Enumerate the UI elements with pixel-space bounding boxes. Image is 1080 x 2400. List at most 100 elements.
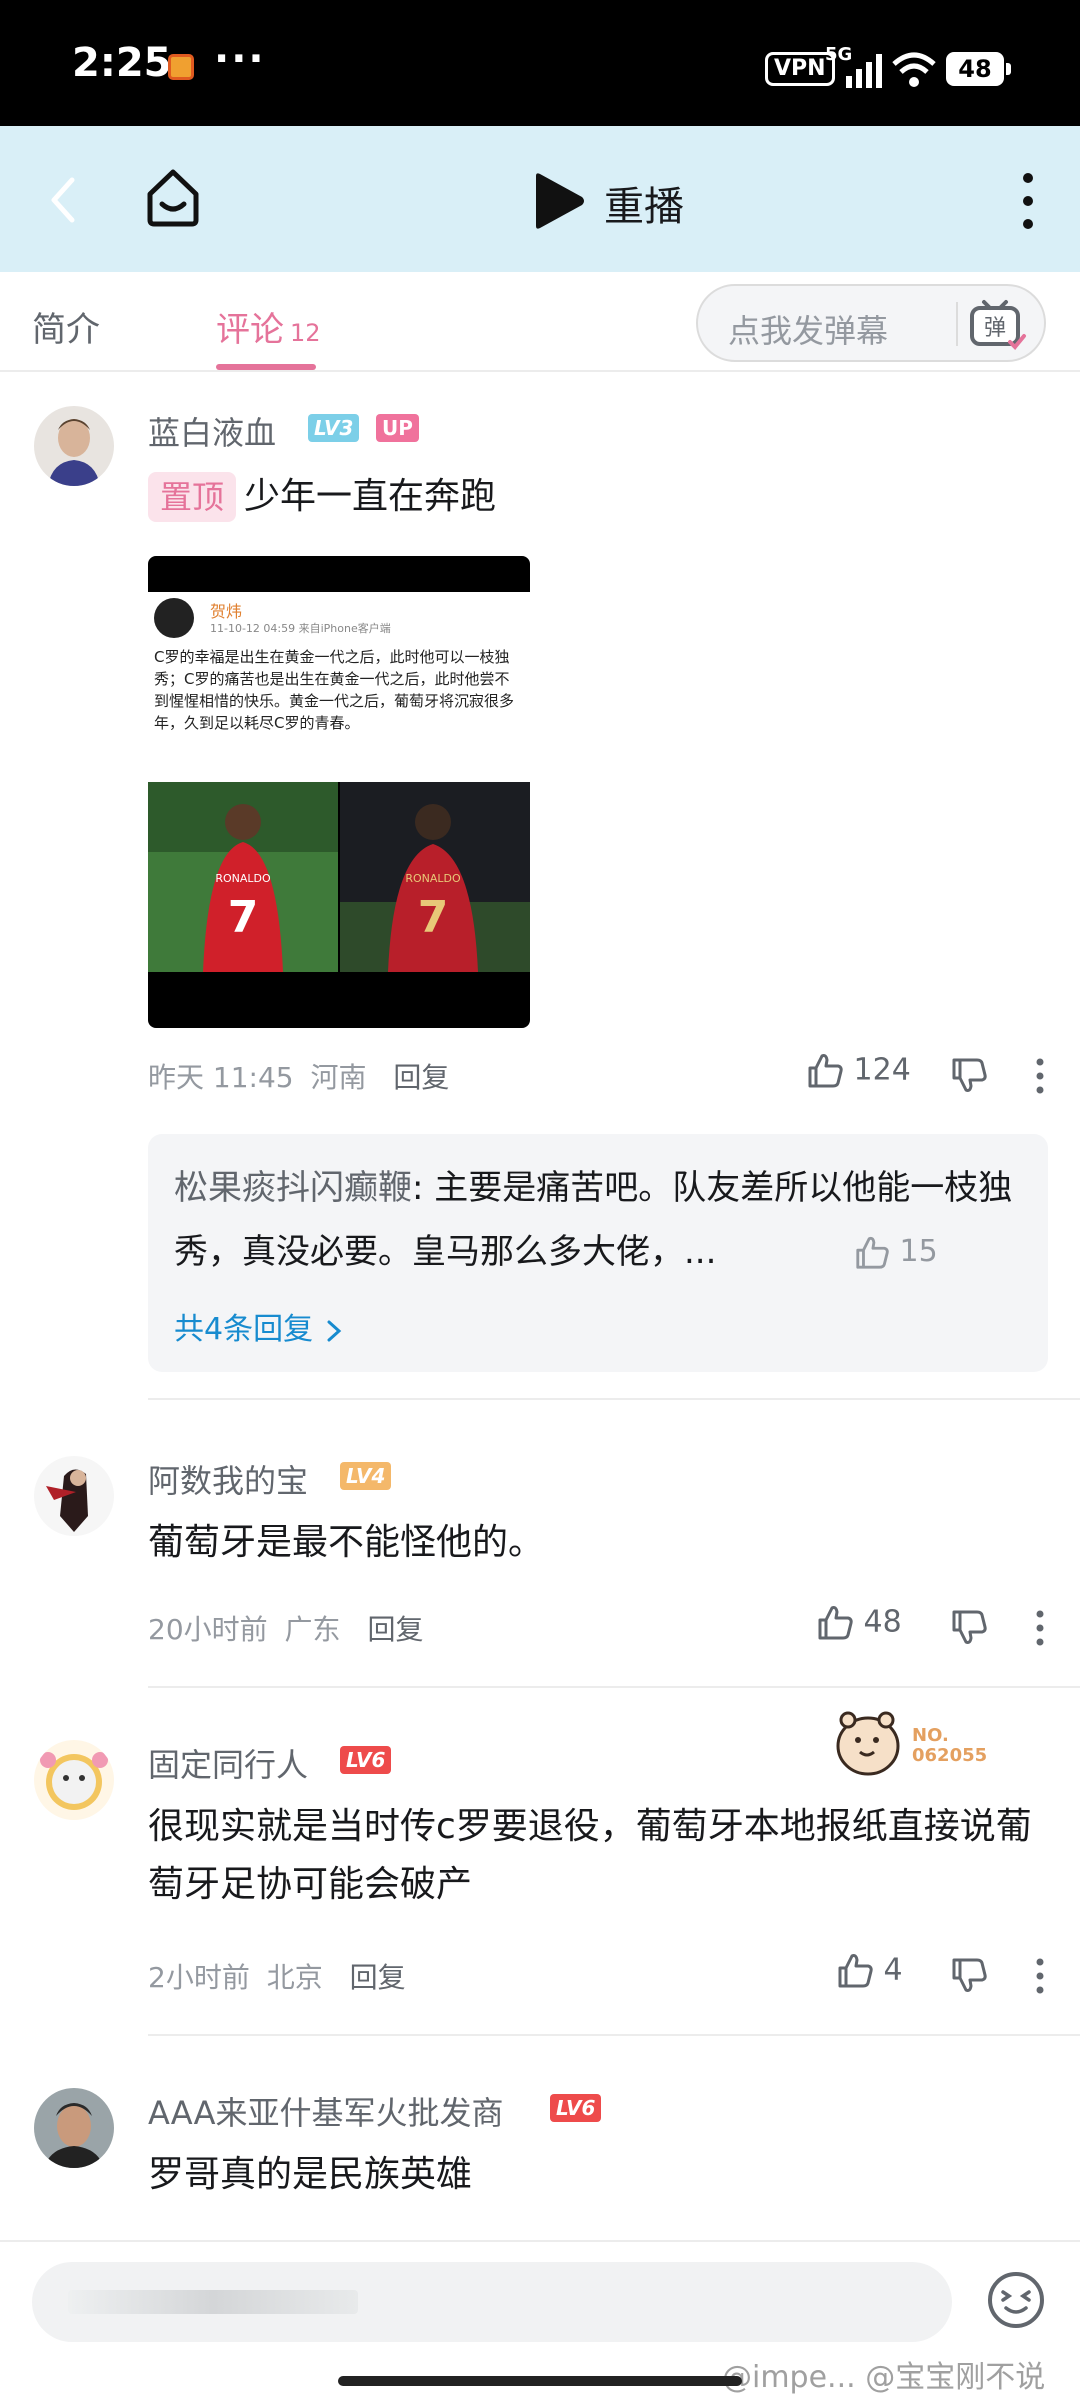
play-icon[interactable] <box>528 172 586 230</box>
back-arrow-icon[interactable] <box>40 170 88 230</box>
comment-avatar[interactable] <box>34 1740 114 1820</box>
sub-reply-like[interactable]: 15 <box>854 1234 938 1271</box>
danmaku-input[interactable]: 点我发弹幕 弹 <box>696 284 1046 362</box>
emoji-icon[interactable] <box>986 2270 1046 2330</box>
signal-icon <box>846 54 882 88</box>
post-body: C罗的幸福是出生在黄金一代之后，此时他可以一枝独秀；C罗的痛苦也是出生在黄金一代… <box>154 648 515 732</box>
tab-comments-count: 12 <box>290 319 321 347</box>
danmaku-divider <box>956 302 958 346</box>
fan-mascot-icon <box>836 1711 900 1776</box>
tab-intro[interactable]: 简介 <box>32 302 100 351</box>
input-placeholder-blurred <box>68 2290 358 2314</box>
danmaku-placeholder: 点我发弹幕 <box>728 312 889 350</box>
like-button[interactable]: 48 <box>816 1604 902 1642</box>
shirt-number: 7 <box>228 892 259 943</box>
avatar-image <box>34 1456 114 1536</box>
comment-input[interactable] <box>32 2262 952 2342</box>
chevron-right-icon <box>327 1320 341 1341</box>
fan-badge: NO. 062055 <box>830 1700 1010 1780</box>
reply-button[interactable]: 回复 <box>367 1613 423 1646</box>
more-vertical-icon[interactable] <box>1008 170 1048 232</box>
comment-divider <box>148 1686 1080 1688</box>
comment-location: 河南 <box>310 1061 367 1094</box>
thumbs-up-icon <box>856 1236 889 1269</box>
fan-badge-number: NO. 062055 <box>912 1725 988 1766</box>
comment-meta: 2小时前 北京 回复 <box>148 1956 406 1996</box>
sub-reply-user[interactable]: 松果痰抖闪癫鞭 <box>174 1168 412 1208</box>
user-level-badge: LV4 <box>340 1462 392 1490</box>
thumbs-up-icon <box>838 1954 873 1988</box>
tab-bar: 简介 评论 12 点我发弹幕 弹 <box>0 272 1080 372</box>
replay-label[interactable]: 重播 <box>604 174 684 232</box>
avatar-image <box>34 2088 114 2168</box>
view-all-replies-link[interactable]: 共4条回复 <box>174 1304 345 1348</box>
avatar-image <box>34 1740 114 1820</box>
tab-comments-label: 评论 <box>216 310 284 350</box>
up-badge: UP <box>376 414 419 442</box>
danmaku-icon-label: 弹 <box>984 316 1006 341</box>
sub-reply-like-count: 15 <box>899 1234 938 1269</box>
thumbs-up-icon <box>808 1054 843 1088</box>
thumbs-up-icon <box>818 1606 853 1640</box>
comment-text: 置顶 少年一直在奔跑 <box>148 468 1038 526</box>
comment-meta: 20小时前 广东 回复 <box>148 1608 423 1648</box>
home-icon[interactable] <box>140 164 206 230</box>
battery-indicator: 48 <box>946 52 1011 86</box>
comment-text: 很现实就是当时传c罗要退役，葡萄牙本地报纸直接说葡萄牙足协可能会破产 <box>148 1806 1032 1905</box>
comment-meta: 昨天 11:45 河南 回复 <box>148 1056 449 1096</box>
like-count: 4 <box>883 1952 903 1988</box>
thumbs-down-icon[interactable] <box>950 1056 988 1094</box>
comment-time: 20小时前 <box>148 1613 268 1646</box>
comment-divider <box>148 1398 1080 1400</box>
tab-comments[interactable]: 评论 12 <box>216 302 321 351</box>
watermark: @impe... @宝宝刚不说 <box>722 2360 1046 2395</box>
comment-body: 少年一直在奔跑 <box>244 476 497 517</box>
weibo-screenshot: 贺炜 11-10-12 04:59 来自iPhone客户端 C罗的幸福是出生在黄… <box>148 592 530 782</box>
comment-avatar[interactable] <box>34 2088 114 2168</box>
comment-divider <box>148 2034 1080 2036</box>
comment-more-icon[interactable] <box>1030 1056 1050 1096</box>
comment-username[interactable]: 蓝白液血 <box>148 408 276 454</box>
avatar-image <box>34 406 114 486</box>
danmaku-toggle-icon[interactable]: 弹 <box>966 298 1028 352</box>
comment-username[interactable]: 固定同行人 <box>148 1740 308 1786</box>
comment-avatar[interactable] <box>34 406 114 486</box>
comment-location: 北京 <box>266 1961 323 1994</box>
reply-button[interactable]: 回复 <box>350 1961 406 1994</box>
more-notifications-icon: ··· <box>214 36 266 82</box>
comment-image[interactable]: 贺炜 11-10-12 04:59 来自iPhone客户端 C罗的幸福是出生在黄… <box>148 556 530 1028</box>
sub-reply-colon: : <box>412 1168 435 1208</box>
view-all-replies-label: 共4条回复 <box>174 1312 314 1347</box>
shirt-name: RONALDO <box>215 872 271 885</box>
comment-location: 广东 <box>284 1613 341 1646</box>
active-tab-indicator <box>216 364 316 370</box>
comment-more-icon[interactable] <box>1030 1608 1050 1648</box>
like-count: 48 <box>863 1604 902 1640</box>
comment-input-bar: @impe... @宝宝刚不说 <box>0 2240 1080 2400</box>
comment-time: 2小时前 <box>148 1961 250 1994</box>
post-author: 贺炜 <box>210 602 243 621</box>
comment-avatar[interactable] <box>34 1456 114 1536</box>
comment-username[interactable]: 阿数我的宝 <box>148 1456 308 1502</box>
user-level-badge: LV3 <box>308 414 360 442</box>
shirt-name-2: RONALDO <box>405 872 461 885</box>
comment-more-icon[interactable] <box>1030 1956 1050 1996</box>
shirt-number-2: 7 <box>418 892 449 943</box>
comment-username[interactable]: AAA来亚什基军火批发商 <box>148 2088 503 2134</box>
status-bar: 2:25 ··· VPN 5G 48 <box>0 0 1080 126</box>
pinned-badge: 置顶 <box>148 472 237 522</box>
reply-button[interactable]: 回复 <box>393 1061 449 1094</box>
like-button[interactable]: 124 <box>806 1052 911 1090</box>
user-level-badge: LV6 <box>550 2094 602 2122</box>
like-button[interactable]: 4 <box>836 1952 903 1990</box>
video-header: 重播 <box>0 126 1080 272</box>
thumbs-down-icon[interactable] <box>950 1956 988 1994</box>
like-count: 124 <box>853 1052 911 1088</box>
sub-reply-box[interactable]: 松果痰抖闪癫鞭: 主要是痛苦吧。队友差所以他能一枝独秀，真没必要。皇马那么多大佬… <box>148 1134 1048 1372</box>
home-indicator[interactable] <box>338 2376 742 2386</box>
comment-time: 昨天 11:45 <box>148 1061 294 1094</box>
post-date: 11-10-12 04:59 来自iPhone客户端 <box>210 622 391 635</box>
user-level-badge: LV6 <box>340 1746 392 1774</box>
comment-text: 葡萄牙是最不能怪他的。 <box>148 1522 545 1563</box>
thumbs-down-icon[interactable] <box>950 1608 988 1646</box>
